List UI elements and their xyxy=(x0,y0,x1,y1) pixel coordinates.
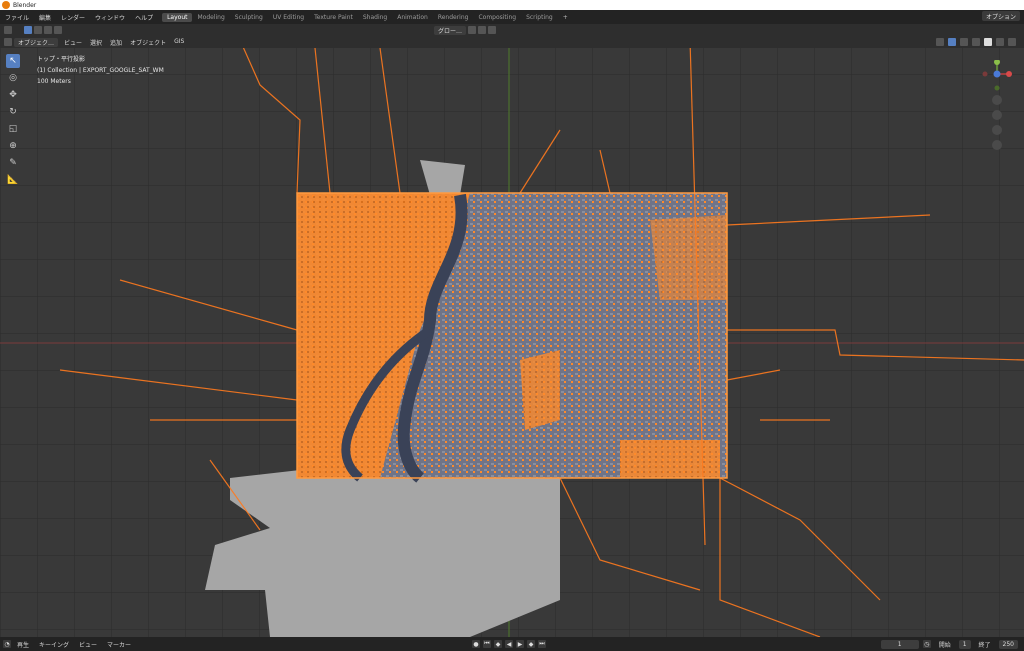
end-label: 終了 xyxy=(978,641,991,649)
rendered-shading-icon[interactable] xyxy=(1008,38,1016,46)
viewport-menu-item[interactable]: ビュー xyxy=(60,38,86,47)
pan-hand-icon[interactable] xyxy=(992,110,1002,120)
timeline-editor-icon[interactable]: ◔ xyxy=(3,640,11,648)
mode-icon xyxy=(4,38,12,46)
workspace-tab[interactable]: Rendering xyxy=(433,13,474,22)
blender-logo-icon xyxy=(2,1,10,9)
scene-options-button[interactable]: オプション xyxy=(981,11,1020,21)
z-axis-icon[interactable] xyxy=(993,70,1001,78)
y-axis-icon[interactable] xyxy=(994,59,1000,65)
scene-controls: オプション xyxy=(981,11,1020,21)
3d-viewport[interactable] xyxy=(0,48,1024,637)
proportional-edit-icon[interactable] xyxy=(488,26,497,34)
workspace-tab[interactable]: Texture Paint xyxy=(309,13,358,22)
perspective-toggle-icon[interactable] xyxy=(992,140,1002,150)
select-mode-extend-icon[interactable] xyxy=(44,26,52,34)
main-menu: ファイル 編集 レンダー ウィンドウ ヘルプ xyxy=(0,13,158,22)
jump-start-icon[interactable]: ⏮ xyxy=(483,640,491,648)
select-tool-icon[interactable]: ↖ xyxy=(6,54,20,68)
viewport-menu-item[interactable]: 追加 xyxy=(106,38,126,47)
viewport-menus: ビュー 選択 追加 オブジェクト GIS xyxy=(60,38,188,47)
cursor-tool-icon[interactable]: ◎ xyxy=(6,71,20,85)
pivot-icon[interactable] xyxy=(468,26,477,34)
viewport-menu-item[interactable]: GIS xyxy=(170,38,188,47)
timeline-bar: ◔ 再生 キーイング ビュー マーカー ● ⏮ ◆ ◀ ▶ ◆ ⏭ 1 ◷ 開始… xyxy=(0,637,1024,651)
workspace-tabs: Layout Modeling Sculpting UV Editing Texture… xyxy=(162,12,573,22)
current-frame-field[interactable]: 1 xyxy=(880,639,919,649)
record-icon[interactable]: ● xyxy=(472,640,480,648)
start-frame-field[interactable]: 1 xyxy=(958,639,971,649)
keying-menu[interactable]: キーイング xyxy=(35,640,73,649)
add-workspace-button[interactable]: + xyxy=(558,13,573,22)
transform-orientation-dropdown[interactable]: グロー… xyxy=(434,25,467,35)
mode-dropdown[interactable]: オブジェク… xyxy=(14,37,59,47)
material-shading-icon[interactable] xyxy=(996,38,1004,46)
snap-icon[interactable] xyxy=(478,26,487,34)
menu-item[interactable]: レンダー xyxy=(56,13,90,22)
navigation-gizmo xyxy=(982,59,1012,170)
viewport-menu-item[interactable]: 選択 xyxy=(86,38,106,47)
zoom-icon[interactable] xyxy=(992,95,1002,105)
clock-icon[interactable]: ◷ xyxy=(922,640,931,648)
play-reverse-icon[interactable]: ◀ xyxy=(505,640,513,648)
workspace-tab[interactable]: UV Editing xyxy=(268,13,309,22)
workspace-tab[interactable]: Shading xyxy=(358,13,392,22)
camera-view-icon[interactable] xyxy=(992,125,1002,135)
scale-tool-icon[interactable]: ◱ xyxy=(6,122,20,136)
measure-tool-icon[interactable]: 📐 xyxy=(6,173,20,187)
annotate-tool-icon[interactable]: ✎ xyxy=(6,156,20,170)
start-label: 開始 xyxy=(938,641,951,649)
marker-menu[interactable]: マーカー xyxy=(103,640,135,649)
top-bar: ファイル 編集 レンダー ウィンドウ ヘルプ Layout Modeling Sculpti… xyxy=(0,10,1024,24)
workspace-tab[interactable]: Animation xyxy=(392,13,433,22)
view-name: トップ・平行投影 xyxy=(37,56,86,63)
viewport-info: トップ・平行投影 (1) Collection | EXPORT_GOOGLE_… xyxy=(37,54,164,87)
menu-item[interactable]: ファイル xyxy=(0,13,34,22)
active-collection: (1) Collection | EXPORT_GOOGLE_SAT_WM xyxy=(37,67,164,74)
overlay-toggle-icon[interactable] xyxy=(948,38,956,46)
workspace-tab[interactable]: Compositing xyxy=(473,13,521,22)
timeline-view-menu[interactable]: ビュー xyxy=(75,640,101,649)
workspace-tab[interactable]: Layout xyxy=(162,12,193,22)
transform-tool-icon[interactable]: ⊕ xyxy=(6,139,20,153)
grid-scale: 100 Meters xyxy=(37,78,71,85)
window-title: Blender xyxy=(13,1,37,9)
workspace-tab[interactable]: Sculpting xyxy=(230,13,268,22)
workspace-tab[interactable]: Scripting xyxy=(521,13,558,22)
menu-item[interactable]: ヘルプ xyxy=(130,13,158,22)
select-box-icon[interactable] xyxy=(24,26,32,34)
solid-shading-icon[interactable] xyxy=(984,38,992,46)
title-bar: Blender xyxy=(0,0,1024,10)
viewport-header: グロー… オブジェク… ビュー 選択 追加 オブジェクト GIS xyxy=(0,24,1024,48)
playback-controls: ● ⏮ ◆ ◀ ▶ ◆ ⏭ xyxy=(472,640,546,648)
end-frame-field[interactable]: 250 xyxy=(998,639,1018,649)
menu-item[interactable]: ウィンドウ xyxy=(90,13,130,22)
neg-y-axis-icon[interactable] xyxy=(994,85,1000,91)
move-tool-icon[interactable]: ✥ xyxy=(6,88,20,102)
prev-key-icon[interactable]: ◆ xyxy=(494,640,502,648)
editor-type-icon[interactable] xyxy=(4,26,12,34)
playback-menu[interactable]: 再生 xyxy=(13,640,33,649)
play-icon[interactable]: ▶ xyxy=(516,640,524,648)
axis-gizmo[interactable] xyxy=(982,59,1012,170)
next-key-icon[interactable]: ◆ xyxy=(527,640,535,648)
viewport-menu-item[interactable]: オブジェクト xyxy=(126,38,170,47)
rotate-tool-icon[interactable]: ↻ xyxy=(6,105,20,119)
tool-shelf: ↖ ◎ ✥ ↻ ◱ ⊕ ✎ 📐 xyxy=(6,54,22,187)
x-axis-icon[interactable] xyxy=(1006,71,1012,77)
gizmo-toggle-icon[interactable] xyxy=(936,38,944,46)
xray-toggle-icon[interactable] xyxy=(960,38,968,46)
wireframe-shading-icon[interactable] xyxy=(972,38,980,46)
menu-item[interactable]: 編集 xyxy=(34,13,56,22)
jump-end-icon[interactable]: ⏭ xyxy=(538,640,546,648)
select-mode-subtract-icon[interactable] xyxy=(54,26,62,34)
map-scene xyxy=(0,48,1024,637)
neg-x-axis-icon[interactable] xyxy=(982,71,988,77)
workspace-tab[interactable]: Modeling xyxy=(192,13,229,22)
select-mode-icon[interactable] xyxy=(34,26,42,34)
